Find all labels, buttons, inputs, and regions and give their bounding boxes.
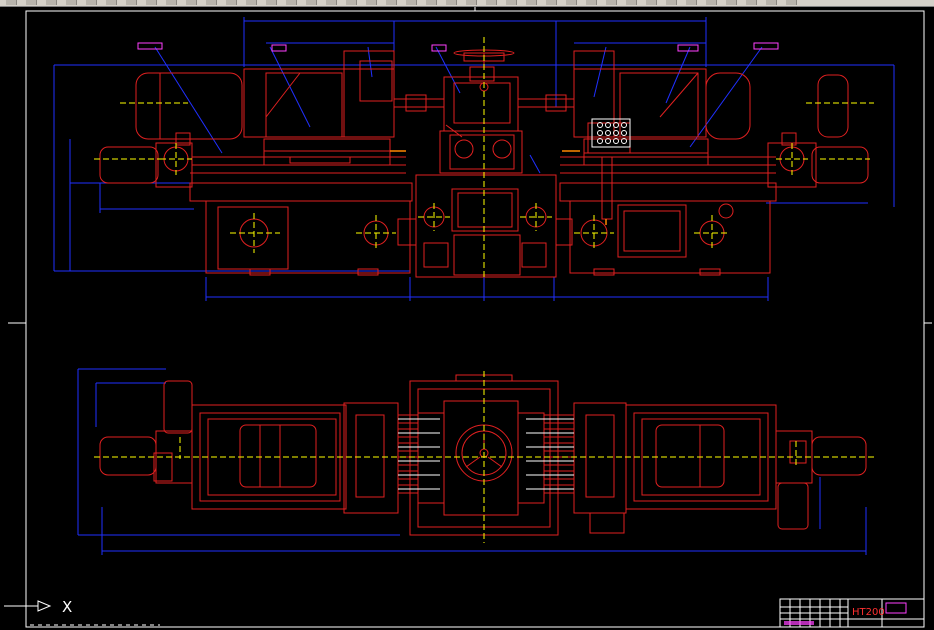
- title-block: HT200: [779, 598, 925, 628]
- top-handwheel: [445, 49, 515, 138]
- toolbar-button[interactable]: [426, 0, 437, 5]
- toolbar: [0, 0, 934, 7]
- toolbar-button[interactable]: [646, 0, 657, 5]
- front-elevation-view: [53, 17, 895, 301]
- toolbar-button[interactable]: [66, 0, 77, 5]
- drawing-canvas[interactable]: X HT200: [0, 7, 934, 630]
- toolbar-button[interactable]: [706, 0, 717, 5]
- toolbar-button[interactable]: [126, 0, 137, 5]
- toolbar-button[interactable]: [326, 0, 337, 5]
- cutting-tools: [390, 150, 607, 225]
- toolbar-button[interactable]: [446, 0, 457, 5]
- toolbar-button[interactable]: [406, 0, 417, 5]
- toolbar-button[interactable]: [286, 0, 297, 5]
- toolbar-button[interactable]: [466, 0, 477, 5]
- toolbar-button[interactable]: [26, 0, 37, 5]
- toolbar-button[interactable]: [86, 0, 97, 5]
- drawing-border: [8, 7, 932, 628]
- material-label: HT200: [852, 607, 885, 618]
- toolbar-button[interactable]: [666, 0, 677, 5]
- toolbar-button[interactable]: [786, 0, 797, 5]
- toolbar-button[interactable]: [146, 0, 157, 5]
- toolbar-button[interactable]: [106, 0, 117, 5]
- toolbar-button[interactable]: [486, 0, 497, 5]
- toolbar-button[interactable]: [206, 0, 217, 5]
- toolbar-button[interactable]: [546, 0, 557, 5]
- toolbar-button[interactable]: [6, 0, 17, 5]
- toolbar-button[interactable]: [246, 0, 257, 5]
- toolbar-button[interactable]: [526, 0, 537, 5]
- toolbar-button[interactable]: [266, 0, 277, 5]
- toolbar-button[interactable]: [746, 0, 757, 5]
- toolbar-button[interactable]: [726, 0, 737, 5]
- ucs-icon: X: [4, 598, 160, 626]
- toolbar-button[interactable]: [306, 0, 317, 5]
- plan-view: [77, 368, 876, 555]
- toolbar-button[interactable]: [226, 0, 237, 5]
- toolbar-button[interactable]: [46, 0, 57, 5]
- toolbar-button[interactable]: [566, 0, 577, 5]
- toolbar-button[interactable]: [766, 0, 777, 5]
- toolbar-button[interactable]: [346, 0, 357, 5]
- toolbar-button[interactable]: [506, 0, 517, 5]
- toolbar-button[interactable]: [626, 0, 637, 5]
- centre-lines-plan: [94, 371, 876, 543]
- callout-tags: [137, 42, 779, 52]
- machine-outline-plan: [99, 374, 867, 536]
- toolbar-button[interactable]: [606, 0, 617, 5]
- toolbar-button[interactable]: [366, 0, 377, 5]
- ucs-x-label: X: [62, 598, 72, 616]
- toolbar-button[interactable]: [186, 0, 197, 5]
- toolbar-button[interactable]: [686, 0, 697, 5]
- toolbar-button[interactable]: [586, 0, 597, 5]
- toolbar-button[interactable]: [386, 0, 397, 5]
- toolbar-button[interactable]: [166, 0, 177, 5]
